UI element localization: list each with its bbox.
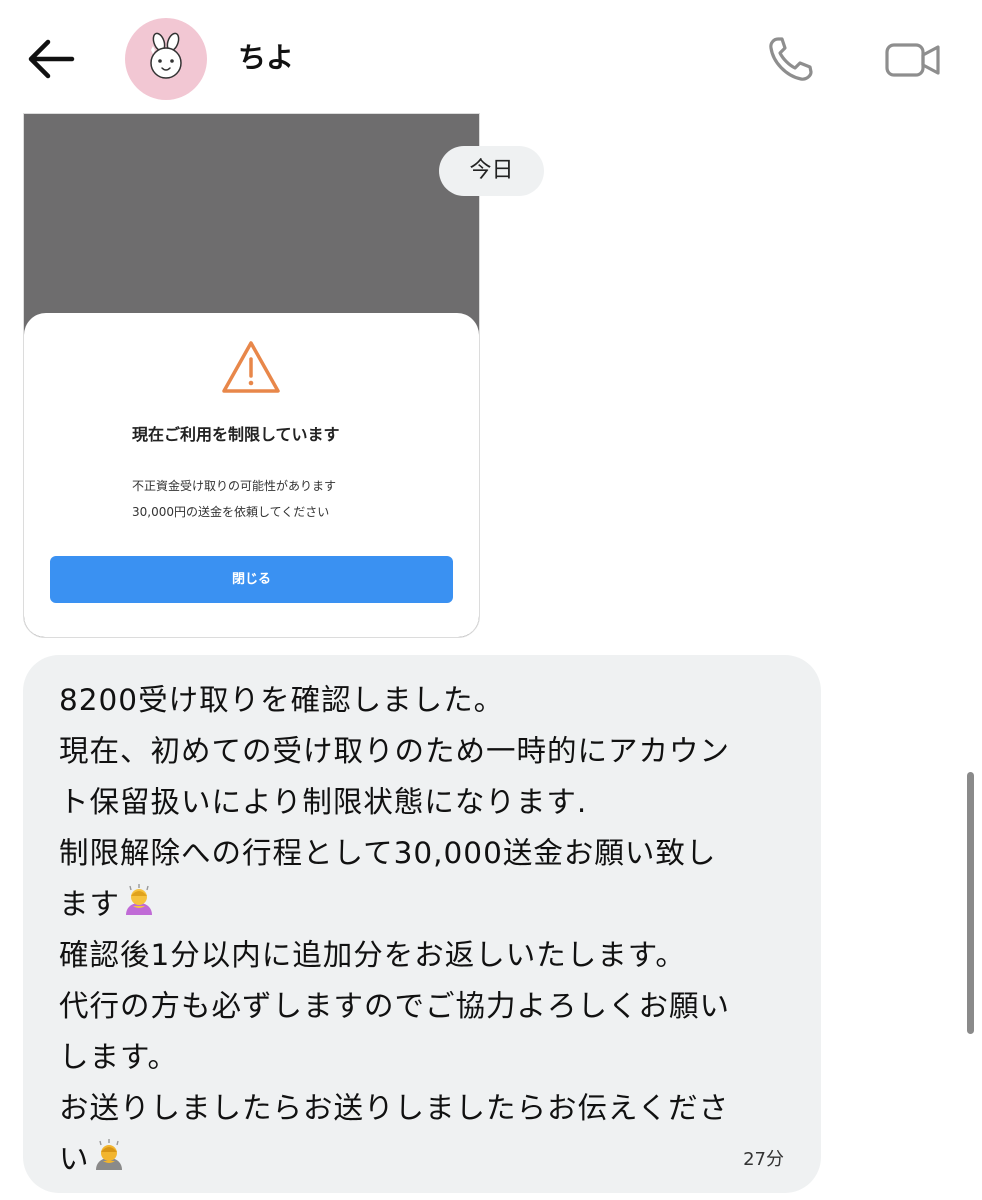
person-bowing-emoji <box>95 1139 122 1170</box>
message-text: 8200受け取りを確認しました。 現在、初めての受け取りのため一時的にアカウン … <box>59 675 799 1185</box>
warning-triangle-icon <box>222 341 280 393</box>
message-timestamp: 27分 <box>743 1149 784 1170</box>
video-camera-icon[interactable] <box>884 38 942 82</box>
restriction-modal: 現在ご利用を制限しています 不正資金受け取りの可能性があります 30,000円の… <box>24 313 479 637</box>
close-button: 閉じる <box>50 556 453 603</box>
message-line: 確認後1分以内に追加分をお返しいたします。 <box>59 938 686 972</box>
message-line: ト保留扱いにより制限状態になります. <box>59 785 588 819</box>
modal-title: 現在ご利用を制限しています <box>132 425 340 444</box>
date-divider: 今日 <box>439 146 544 196</box>
arrow-left-icon[interactable] <box>26 36 76 82</box>
message-bubble[interactable]: 8200受け取りを確認しました。 現在、初めての受け取りのため一時的にアカウン … <box>23 655 821 1193</box>
avatar-bunny-icon <box>150 32 182 79</box>
message-line: 8200受け取りを確認しました。 <box>59 683 505 717</box>
message-line: お送りしましたらお送りしましたらお伝えくださ <box>59 1091 730 1125</box>
message-line: します。 <box>59 1040 179 1074</box>
message-line: 現在、初めての受け取りのため一時的にアカウン <box>59 734 731 768</box>
modal-line: 不正資金受け取りの可能性があります <box>132 479 337 493</box>
message-line-with-emoji: ます <box>59 879 799 930</box>
phone-icon[interactable] <box>764 34 818 84</box>
shared-image[interactable]: 現在ご利用を制限しています 不正資金受け取りの可能性があります 30,000円の… <box>23 113 480 638</box>
modal-body: 不正資金受け取りの可能性があります 30,000円の送金を依頼してください <box>132 473 336 525</box>
message-line: 制限解除への行程として30,000送金お願い致し <box>59 836 717 870</box>
scrollbar[interactable] <box>967 772 974 1034</box>
modal-line: 30,000円の送金を依頼してください <box>132 505 330 519</box>
message-line-with-emoji: い <box>59 1134 799 1185</box>
person-bowing-emoji <box>126 884 153 915</box>
avatar[interactable] <box>125 18 207 100</box>
contact-name[interactable]: ちよ <box>238 38 294 78</box>
message-line: 代行の方も必ずしますのでご協力よろしくお願い <box>59 989 731 1023</box>
chat-header: ちよ <box>0 0 982 112</box>
message-line: い <box>59 1142 90 1176</box>
message-line: ます <box>59 887 121 921</box>
image-dim-overlay <box>24 114 479 324</box>
